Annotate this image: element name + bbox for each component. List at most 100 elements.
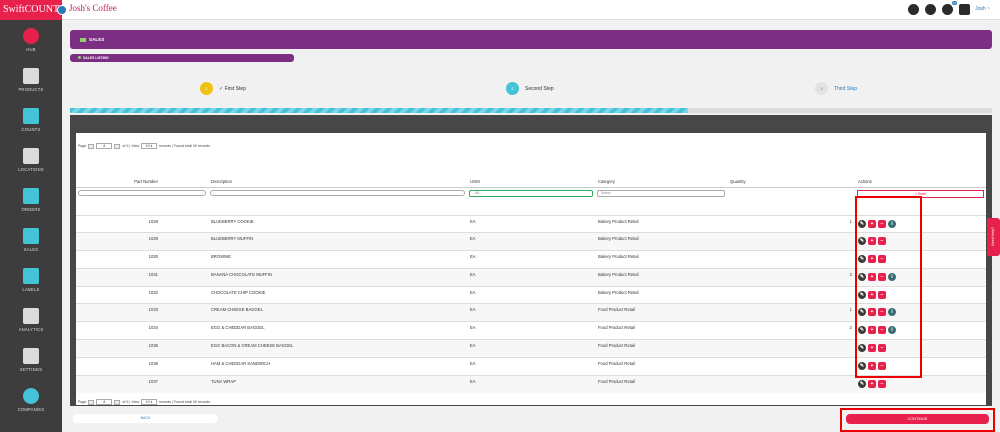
desc-filter-cell [208,187,467,215]
part-number-cell: 1031 [76,267,208,287]
analytics-icon [23,308,39,324]
counts-icon [23,108,39,124]
sidebar-item-companies[interactable]: COMPANIES [0,380,62,420]
continue-button[interactable]: CONTINUE [846,414,989,424]
part-number-cell: 1030 [76,250,208,269]
sidebar-item-label: COUNTS [21,127,41,132]
sidebar-item-label: SETTINGS [19,367,43,372]
view-value: 10 [145,400,150,404]
add-icon[interactable]: + [868,379,876,388]
part-number-cell: 1034 [76,321,208,340]
page-input[interactable]: 8 [96,399,113,405]
header-category[interactable]: Category [595,177,727,188]
prev-page-button[interactable] [88,399,95,405]
header-part-number[interactable]: Part Number [76,177,208,188]
step-third[interactable]: 3 Third Step [815,82,857,95]
step-label: Second Step [525,85,554,92]
description-filter-input[interactable] [210,189,465,196]
sidebar-item-labels[interactable]: LABELS [0,260,62,300]
cart-badge: 12 [951,1,957,5]
sidebar-item-orders[interactable]: ORDERS [0,180,62,220]
sales-table: Part Number Description UOM Category Qua… [76,177,986,393]
part-number-cell: 1033 [76,303,208,322]
step-number: 1 [200,82,213,95]
orders-icon [23,188,39,204]
view-select[interactable]: 10 ▾ [141,399,158,405]
header-quantity: Quantity [727,177,855,188]
download-icon[interactable] [908,4,919,15]
header-actions: Actions [855,177,986,188]
category-cell: Bakery Product Retail [595,267,727,287]
sidebar: SwiftCOUNT HUB PRODUCTS COUNTS LOCATIONS ORD… [0,0,62,432]
category-filter-select[interactable]: Select [597,189,725,197]
part-number-cell: 1035 [76,339,208,358]
header-uom[interactable]: UOM [467,177,595,188]
quantity-cell: 1 [727,214,855,233]
chart-icon [80,37,86,42]
quantity-filter-cell [727,187,855,215]
step-first[interactable]: 1 ✓ First Step [200,82,246,95]
brand-logo[interactable]: SwiftCOUNT [0,0,62,20]
globe-icon[interactable] [925,4,936,15]
pager-page-label: Page [78,144,87,148]
table-row: 1030 BROWNIE EA Bakery Product Retail ✎ + − [76,250,986,269]
sidebar-item-counts[interactable]: COUNTS [0,100,62,140]
pager-of-label: of 9 | View [122,144,140,148]
sidebar-item-locations[interactable]: LOCATIONS [0,140,62,180]
banner-title: SALES [89,37,105,42]
calendar-icon[interactable] [959,4,970,15]
app-title: Josh's Coffee [69,3,117,13]
pager-records-label: records | Found total 92 records [159,144,210,148]
table-row: 1037 TUNA WRAP EA Food Product Retail ✎ + − [76,374,986,393]
sales-panel: Page 8 of 9 | View 10 ▾ records | Found … [70,115,992,406]
need-help-tab[interactable]: Need Help? [987,218,1000,256]
table-row: 1028 BLUEBERRY COOKIE EA Bakery Product Ret… [76,214,986,233]
sidebar-toggle-button[interactable] [57,5,67,15]
pager-bottom: Page 8 of 9 | View 10 ▾ records | Found … [78,399,210,405]
remove-icon[interactable]: − [878,379,886,388]
sidebar-item-hub[interactable]: HUB [0,20,62,60]
user-menu[interactable]: Josh ~ [975,6,990,12]
sidebar-item-label: ANALYTICS [18,327,44,332]
quantity-cell [727,356,855,376]
cart-icon[interactable]: 12 [942,1,957,15]
sidebar-item-settings[interactable]: SETTINGS [0,340,62,380]
sidebar-item-label: SALES [23,247,39,252]
description-cell: CREAM CHEESE BAGGEL [208,303,467,322]
uom-cell: EA [467,374,595,393]
uom-cell: EA [467,356,595,376]
header-description[interactable]: Description [208,177,467,188]
prev-page-button[interactable] [88,143,95,149]
dot-icon [78,56,81,59]
sidebar-item-label: ORDERS [21,207,41,212]
uom-filter-select[interactable]: --All-- [469,189,593,197]
edit-icon[interactable]: ✎ [858,379,866,388]
labels-icon [23,268,39,284]
next-page-button[interactable] [114,399,121,405]
description-cell: TUNA WRAP [208,374,467,393]
table-row: 1031 BANANA CHOCOLATE MUFFIN EA Bakery Prod… [76,267,986,287]
category-cell: Bakery Product Retail [595,214,727,233]
part-filter-cell [76,187,208,215]
sidebar-item-sales[interactable]: SALES [0,220,62,260]
progress-fill [70,108,688,113]
sidebar-item-products[interactable]: PRODUCTS [0,60,62,100]
next-page-button[interactable] [114,143,121,149]
products-icon [23,68,39,84]
pager-page-label: Page [78,400,87,404]
uom-cell: EA [467,267,595,287]
category-cell: Bakery Product Retail [595,250,727,269]
top-bar: Josh's Coffee 12 Josh ~ [57,0,1000,20]
locations-icon [23,148,39,164]
settings-icon [23,348,39,364]
step-second[interactable]: 2 Second Step [506,82,554,95]
category-cell: Food Product Retail [595,303,727,322]
part-number-filter-input[interactable] [78,189,206,196]
view-select[interactable]: 10 ▾ [141,143,158,149]
sidebar-item-analytics[interactable]: ANALYTICS [0,300,62,340]
uom-cell: EA [467,285,595,304]
back-button[interactable]: BACK [73,414,218,423]
sub-banner-title: SALES LISTING [83,56,109,60]
category-filter-cell: Select [595,187,727,215]
page-input[interactable]: 8 [96,143,113,149]
